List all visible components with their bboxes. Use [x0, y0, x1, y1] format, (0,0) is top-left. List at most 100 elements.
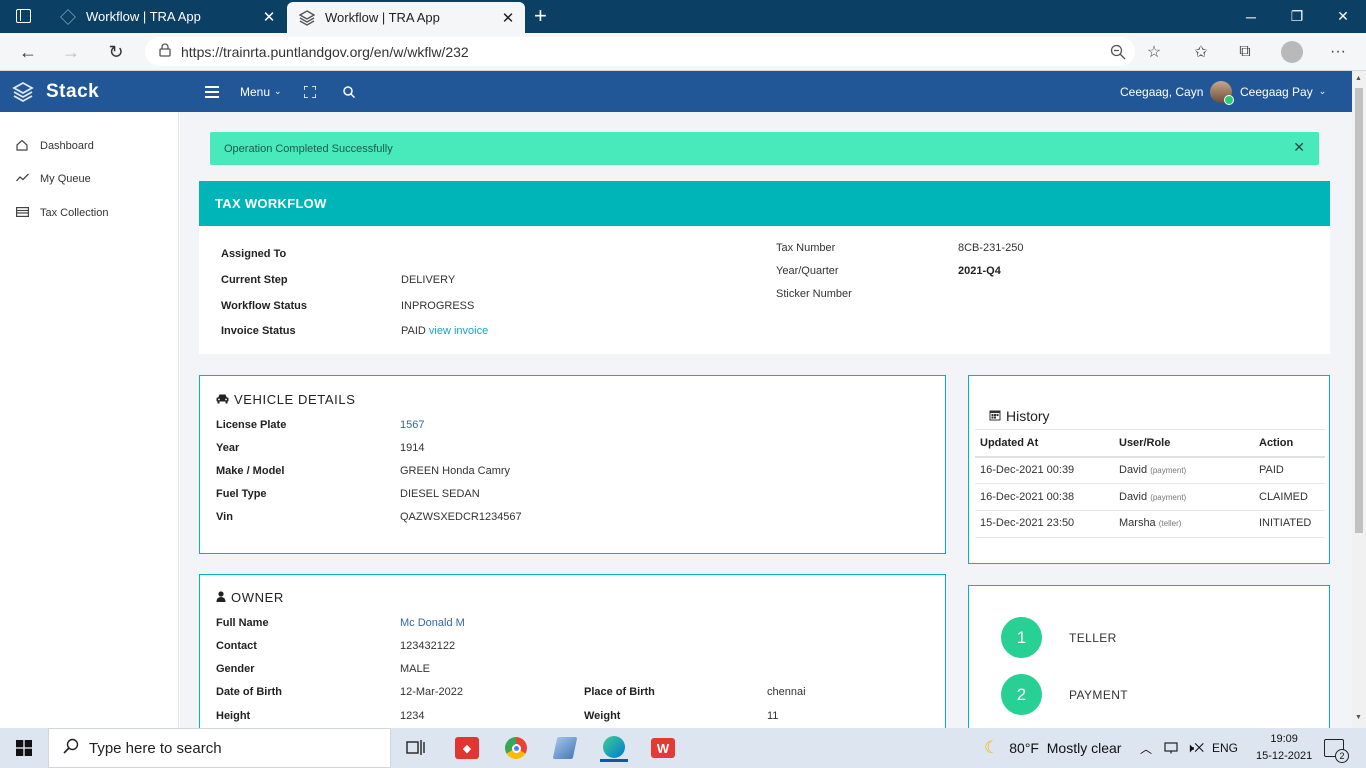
brand-logo[interactable]: Stack: [12, 71, 99, 112]
tab-actions-icon[interactable]: [16, 9, 31, 23]
history-title: History: [989, 408, 1050, 424]
notepad-icon[interactable]: [551, 734, 579, 762]
history-user-name: David: [1119, 491, 1148, 503]
sidebar-item-label: Dashboard: [40, 140, 94, 152]
windows-start-icon[interactable]: [16, 740, 32, 756]
close-tab-icon[interactable]: ✕: [499, 9, 517, 27]
success-alert: Operation Completed Successfully ✕: [210, 132, 1319, 165]
history-col-user-role: User/Role: [1119, 437, 1171, 449]
weather-widget[interactable]: ☾ 80°F Mostly clear: [984, 728, 1121, 768]
back-icon[interactable]: ←: [13, 37, 43, 67]
notification-count: 2: [1335, 749, 1349, 763]
view-invoice-link[interactable]: view invoice: [429, 325, 488, 337]
volume-muted-icon[interactable]: 🕨✕: [1186, 728, 1204, 768]
search-icon[interactable]: [343, 71, 355, 112]
browser-tab-active[interactable]: Workflow | TRA App ✕: [287, 2, 525, 33]
contact-value: 123432122: [400, 640, 456, 652]
history-user: Marsha (teller): [1119, 517, 1181, 529]
owner-title-text: OWNER: [231, 590, 284, 605]
history-action: CLAIMED: [1259, 491, 1308, 503]
clock-time: 19:09: [1270, 733, 1298, 745]
height-value: 1234: [400, 710, 425, 722]
sidebar-item-my-queue[interactable]: My Queue: [15, 169, 91, 189]
sidebar-item-label: My Queue: [40, 173, 91, 185]
edge-icon[interactable]: [600, 734, 628, 762]
history-user: David (payment): [1119, 464, 1186, 476]
menu-dropdown[interactable]: Menu ⌄: [240, 71, 282, 112]
fuel-type-label: Fuel Type: [216, 488, 267, 500]
license-plate-value[interactable]: 1567: [400, 419, 424, 431]
weight-value: 11: [767, 710, 779, 722]
scrollbar-thumb[interactable]: [1355, 88, 1363, 533]
full-name-value[interactable]: Mc Donald M: [400, 617, 465, 629]
history-user-role: (payment): [1150, 493, 1187, 502]
page-scrollbar[interactable]: ▲ ▼: [1352, 71, 1366, 728]
moon-icon: ☾: [984, 738, 1000, 757]
profile-icon[interactable]: [1279, 39, 1305, 65]
add-favorite-icon[interactable]: ☆: [1141, 39, 1167, 65]
scroll-down-icon[interactable]: ▼: [1355, 714, 1362, 721]
restore-icon[interactable]: ❐: [1274, 0, 1320, 33]
sidebar-item-dashboard[interactable]: Dashboard: [15, 136, 94, 156]
notifications-icon[interactable]: 2: [1324, 728, 1349, 768]
taskbar-search-input[interactable]: Type here to search: [48, 728, 391, 768]
url-input[interactable]: https://trainrta.puntlandgov.org/en/w/wk…: [145, 37, 1135, 66]
close-icon[interactable]: ✕: [1293, 139, 1305, 156]
vehicle-details-title-text: VEHICLE DETAILS: [234, 392, 356, 407]
current-step-label: Current Step: [221, 274, 288, 286]
refresh-icon[interactable]: ↻: [101, 37, 131, 67]
browser-tab-strip: Workflow | TRA App ✕ Workflow | TRA App …: [0, 0, 1366, 33]
search-icon: [63, 738, 79, 758]
date-of-birth-value: 12-Mar-2022: [400, 686, 463, 698]
license-plate-label: License Plate: [216, 419, 287, 431]
favorites-icon[interactable]: ✩: [1188, 39, 1214, 65]
browser-tab-inactive[interactable]: Workflow | TRA App ✕: [48, 0, 286, 33]
history-title-text: History: [1006, 408, 1050, 424]
zoom-icon[interactable]: [1105, 39, 1131, 65]
tab-title: Workflow | TRA App: [86, 9, 201, 24]
minimize-icon[interactable]: ─: [1228, 0, 1274, 33]
user-menu[interactable]: Ceegaag Pay ⌄: [1210, 71, 1326, 112]
step-label: PAYMENT: [1069, 688, 1129, 702]
workflow-steps-card: 1 TELLER 2 PAYMENT: [968, 585, 1330, 728]
tab-title: Workflow | TRA App: [325, 10, 440, 25]
app-red-icon[interactable]: ◆: [453, 734, 481, 762]
close-window-icon[interactable]: ✕: [1320, 0, 1366, 33]
tax-number-label: Tax Number: [776, 242, 836, 254]
vin-label: Vin: [216, 511, 233, 523]
height-label: Height: [216, 710, 251, 722]
step-number: 1: [1001, 617, 1042, 658]
invoice-status-value: PAID: [401, 325, 426, 337]
wps-office-icon[interactable]: W: [649, 734, 677, 762]
vin-value: QAZWSXEDCR1234567: [400, 511, 522, 523]
show-hidden-icons-icon[interactable]: ︿: [1140, 728, 1152, 768]
new-tab-icon[interactable]: +: [534, 3, 547, 29]
divider: [975, 429, 1325, 430]
task-view-icon[interactable]: [402, 734, 430, 762]
place-of-birth-value: chennai: [767, 686, 806, 698]
fullscreen-icon[interactable]: [304, 71, 316, 112]
step-number: 2: [1001, 674, 1042, 715]
contact-label: Contact: [216, 640, 257, 652]
year-quarter-value: 2021-Q4: [958, 265, 1001, 277]
menu-label: Menu: [240, 84, 271, 99]
date-of-birth-label: Date of Birth: [216, 686, 282, 698]
language-indicator[interactable]: ENG: [1212, 728, 1238, 768]
clock[interactable]: 19:09 15-12-2021: [1256, 728, 1312, 768]
history-updated-at: 16-Dec-2021 00:39: [980, 464, 1075, 476]
full-name-label: Full Name: [216, 617, 269, 629]
stack-logo-icon: [12, 81, 34, 102]
tax-workflow-title: TAX WORKFLOW: [199, 181, 1330, 226]
history-user-role: (payment): [1150, 466, 1187, 475]
scroll-up-icon[interactable]: ▲: [1355, 75, 1362, 82]
forward-icon[interactable]: →: [56, 37, 86, 67]
chrome-icon[interactable]: [502, 734, 530, 762]
lock-icon: [159, 43, 171, 60]
network-icon[interactable]: [1164, 728, 1178, 768]
sidebar-item-tax-collection[interactable]: Tax Collection: [15, 203, 108, 223]
collections-icon[interactable]: ⧉: [1232, 39, 1258, 65]
hamburger-menu-icon[interactable]: [205, 71, 219, 112]
app-header: Stack Menu ⌄ Ceegaag, Cayn Ceegaag Pay ⌄: [0, 71, 1352, 112]
close-tab-icon[interactable]: ✕: [260, 8, 278, 26]
more-options-icon[interactable]: ···: [1325, 39, 1351, 65]
